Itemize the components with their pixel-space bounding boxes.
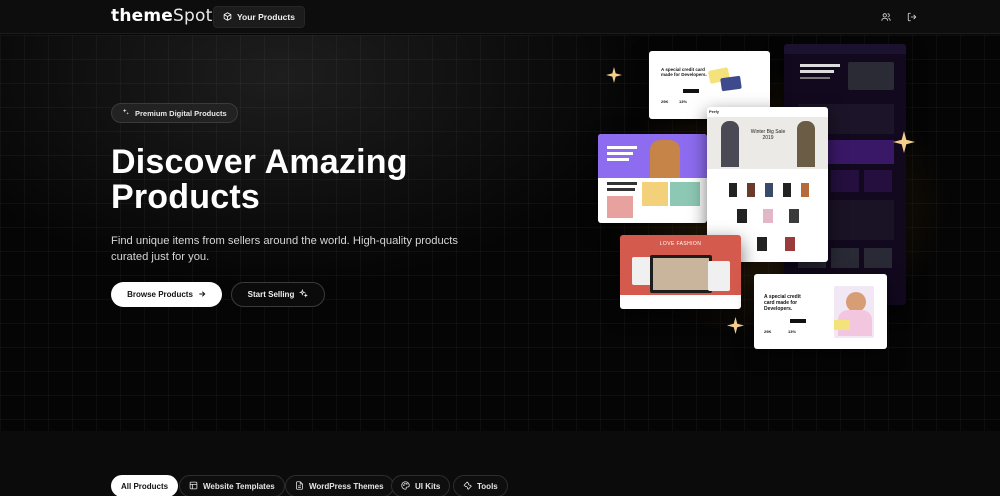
box-icon	[223, 11, 232, 23]
premium-badge: Premium Digital Products	[111, 103, 238, 123]
sparkle-icon	[727, 317, 744, 334]
your-products-button[interactable]: Your Products	[213, 6, 305, 28]
badge-label: Premium Digital Products	[135, 108, 227, 118]
start-selling-label: Start Selling	[247, 290, 295, 299]
layout-icon	[189, 481, 198, 492]
hero-subtitle: Find unique items from sellers around th…	[111, 235, 458, 263]
filter-website-templates[interactable]: Website Templates	[179, 475, 285, 496]
sparkle-small-icon	[122, 108, 130, 118]
logout-icon[interactable]	[905, 10, 919, 24]
collage-pet-template-card	[598, 134, 707, 223]
collage-stat-1: 29K	[661, 99, 669, 104]
filter-label: UI Kits	[415, 481, 441, 491]
palette-icon	[401, 480, 410, 492]
collage-stat-3: 29K	[764, 329, 772, 334]
arrow-right-icon	[198, 290, 206, 300]
page: themeSpot Your Products Premium Digital …	[0, 0, 1000, 496]
logo-light-text: Spot	[173, 6, 213, 26]
filter-ui-kits[interactable]: UI Kits	[391, 475, 451, 496]
collage-credit-card-title: A special credit card made for Developer…	[661, 67, 707, 77]
collage-love-fashion-card: LOVE FASHION	[620, 235, 741, 309]
your-products-label: Your Products	[237, 12, 295, 22]
filter-label: Tools	[477, 481, 498, 491]
filter-label: Website Templates	[203, 481, 275, 491]
collage-brand-label: Perfy	[709, 109, 720, 114]
sparkle-icon	[893, 131, 915, 153]
filter-all-products[interactable]: All Products	[111, 475, 179, 496]
file-icon	[295, 480, 304, 492]
filter-label: WordPress Themes	[309, 481, 384, 491]
collage-credit-card-title-2: A special credit card made for Developer…	[764, 294, 801, 312]
wrench-icon	[463, 481, 472, 492]
collage-love-fashion-label: LOVE FASHION	[659, 241, 702, 247]
collage-stat-4: 13%	[788, 329, 797, 334]
browse-products-button[interactable]: Browse Products	[111, 282, 222, 307]
browse-products-label: Browse Products	[127, 290, 193, 299]
sparkles-icon	[299, 288, 309, 300]
filter-tools[interactable]: Tools	[453, 475, 508, 496]
collage-winter-title: Winter Big Sale 2019	[750, 129, 786, 141]
top-nav: themeSpot Your Products	[0, 0, 1000, 34]
users-icon[interactable]	[879, 10, 893, 24]
filter-wordpress-themes[interactable]: WordPress Themes	[285, 475, 394, 496]
start-selling-button[interactable]: Start Selling	[231, 282, 325, 307]
collage-stat-2: 13%	[679, 99, 688, 104]
hero-title-line2: Products	[111, 178, 260, 216]
sparkle-icon	[606, 67, 622, 83]
logo-bold-text: theme	[111, 6, 174, 26]
hero-title-line1: Discover Amazing	[111, 143, 408, 181]
hero-section: Premium Digital Products Discover Amazin…	[0, 35, 1000, 431]
collage-credit-card-template-2: A special credit card made for Developer…	[754, 274, 887, 349]
logo[interactable]: themeSpot	[111, 6, 212, 26]
filter-label: All Products	[121, 481, 169, 491]
hero-title: Discover Amazing Products	[111, 145, 511, 215]
